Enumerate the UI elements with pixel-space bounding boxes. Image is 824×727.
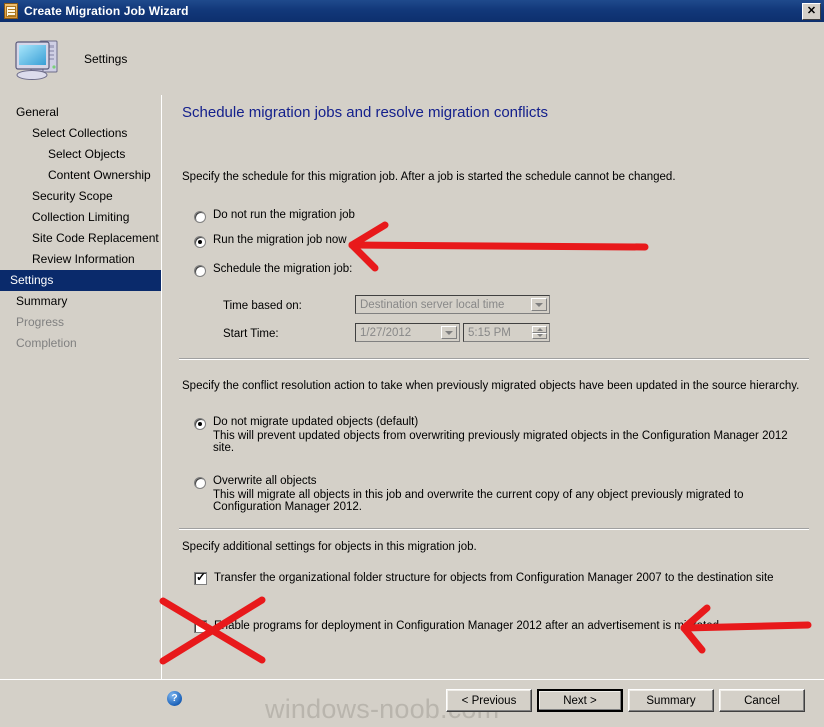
- window-title: Create Migration Job Wizard: [24, 4, 189, 18]
- clipboard-icon: [3, 3, 19, 19]
- conflict-instruction: Specify the conflict resolution action t…: [182, 380, 800, 392]
- radio-run-now-label[interactable]: Run the migration job now: [213, 234, 347, 246]
- computer-icon: [12, 34, 68, 84]
- radio-overwrite-all-label[interactable]: Overwrite all objects: [213, 475, 317, 487]
- sidebar-item-select-collections[interactable]: Select Collections: [0, 123, 161, 144]
- start-time-label: Start Time:: [223, 328, 279, 340]
- separator-1: [179, 358, 809, 360]
- schedule-instruction: Specify the schedule for this migration …: [182, 171, 676, 183]
- start-time-value: 5:15 PM: [468, 326, 511, 339]
- sidebar-item-security-scope[interactable]: Security Scope: [0, 186, 161, 207]
- start-date-value: 1/27/2012: [360, 326, 412, 339]
- radio-overwrite-all[interactable]: [194, 477, 206, 489]
- sidebar-item-progress: Progress: [16, 315, 65, 329]
- sidebar-item-select-objects[interactable]: Select Objects: [0, 144, 161, 165]
- radio-do-not-run-label[interactable]: Do not run the migration job: [213, 209, 355, 221]
- radio-do-not-migrate-updated-label[interactable]: Do not migrate updated objects (default): [213, 416, 418, 428]
- additional-instruction: Specify additional settings for objects …: [182, 541, 477, 553]
- time-based-on-value: Destination server local time: [360, 298, 505, 311]
- start-date-picker[interactable]: 1/27/2012: [355, 323, 460, 342]
- header-title: Settings: [84, 51, 128, 66]
- checkbox-enable-programs[interactable]: [194, 620, 207, 633]
- sidebar-item-completion: Completion: [16, 336, 77, 350]
- start-time-spinner[interactable]: 5:15 PM: [463, 323, 550, 342]
- sidebar-item-content-ownership[interactable]: Content Ownership: [0, 165, 161, 186]
- chevron-down-icon[interactable]: [531, 298, 547, 311]
- radio-schedule-job-label[interactable]: Schedule the migration job:: [213, 263, 352, 275]
- cancel-button[interactable]: Cancel: [719, 689, 805, 712]
- help-icon[interactable]: ?: [167, 691, 182, 706]
- overwrite-all-description: This will migrate all objects in this jo…: [213, 489, 744, 513]
- wizard-steps-sidebar: General Select Collections Select Object…: [0, 95, 162, 679]
- previous-button[interactable]: < Previous: [446, 689, 532, 712]
- do-not-migrate-updated-description: This will prevent updated objects from o…: [213, 430, 788, 454]
- sidebar-item-general[interactable]: General: [0, 102, 161, 123]
- radio-do-not-run[interactable]: [194, 211, 206, 223]
- page-title: Schedule migration jobs and resolve migr…: [182, 104, 549, 121]
- sidebar-item-review-information[interactable]: Review Information: [0, 249, 161, 270]
- summary-button[interactable]: Summary: [628, 689, 714, 712]
- wizard-header: Settings: [0, 22, 824, 95]
- sidebar-item-summary[interactable]: Summary: [0, 291, 161, 312]
- wizard-content: Schedule migration jobs and resolve migr…: [163, 95, 824, 679]
- time-based-on-label: Time based on:: [223, 300, 302, 312]
- title-bar: Create Migration Job Wizard ✕: [0, 0, 824, 22]
- time-based-on-dropdown[interactable]: Destination server local time: [355, 295, 550, 314]
- separator-2: [179, 528, 809, 530]
- radio-do-not-migrate-updated[interactable]: [194, 418, 206, 430]
- close-button[interactable]: ✕: [802, 2, 821, 20]
- spinner-arrows-icon[interactable]: [532, 326, 547, 339]
- sidebar-item-collection-limiting[interactable]: Collection Limiting: [0, 207, 161, 228]
- sidebar-item-settings[interactable]: Settings: [0, 270, 161, 291]
- sidebar-item-site-code-replacement[interactable]: Site Code Replacement: [0, 228, 161, 249]
- checkbox-transfer-folder-structure-label[interactable]: Transfer the organizational folder struc…: [214, 572, 774, 584]
- radio-schedule-job[interactable]: [194, 265, 206, 277]
- checkbox-enable-programs-label[interactable]: Enable programs for deployment in Config…: [214, 620, 719, 632]
- wizard-window: Create Migration Job Wizard ✕ Settings G…: [0, 0, 824, 727]
- calendar-chevron-down-icon[interactable]: [441, 326, 457, 339]
- radio-run-now[interactable]: [194, 236, 206, 248]
- next-button[interactable]: Next >: [537, 689, 623, 712]
- checkbox-transfer-folder-structure[interactable]: ✓: [194, 571, 207, 585]
